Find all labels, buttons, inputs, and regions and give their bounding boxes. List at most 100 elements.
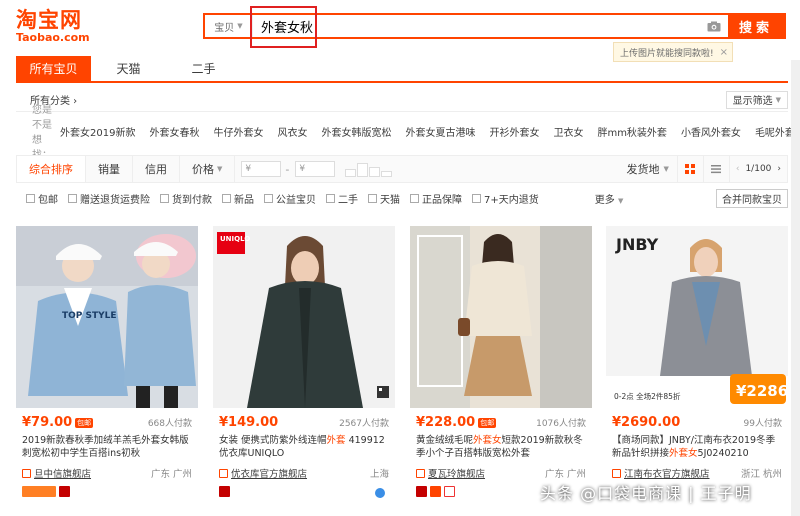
check-label: 天猫 bbox=[380, 194, 400, 206]
title-line: 宽松初中学生百搭ins初秋 bbox=[31, 448, 141, 459]
did-you-mean-label: 您是不是想找： bbox=[32, 105, 52, 161]
tab-tmall[interactable]: 天猫 bbox=[91, 56, 166, 81]
price-max-input[interactable]: ¥ bbox=[295, 161, 336, 177]
price-range-chart-icon[interactable] bbox=[345, 161, 393, 177]
suggest-keyword[interactable]: 外套女春秋 bbox=[149, 124, 199, 139]
price-min-input[interactable]: ¥ bbox=[241, 161, 282, 177]
search-button[interactable]: 搜索 bbox=[728, 15, 784, 37]
product-title[interactable]: 黄金绒绒毛呢外套女短款2019新款秋冬季小个子百搭韩版宽松外套 bbox=[416, 434, 586, 460]
more-filters-button[interactable]: 更多 ▼ bbox=[595, 191, 624, 206]
title-highlight: 外套 bbox=[326, 435, 346, 446]
right-edge-panel bbox=[791, 60, 800, 516]
shop-row: 夏瓦玲旗舰店 广东 广州 bbox=[416, 466, 586, 480]
checkbox bbox=[326, 193, 335, 203]
check-tmall[interactable]: 天猫 bbox=[368, 191, 400, 206]
suggest-keyword[interactable]: 牛仔外套女 bbox=[213, 124, 263, 139]
check-new[interactable]: 新品 bbox=[222, 191, 254, 206]
location: 广东 广州 bbox=[544, 469, 586, 480]
camera-icon[interactable] bbox=[700, 15, 728, 37]
shop-link[interactable]: 优衣库官方旗舰店 bbox=[231, 466, 307, 480]
sales-count: 2567人付款 bbox=[339, 419, 389, 429]
next-page-icon[interactable]: › bbox=[777, 164, 781, 174]
product-image[interactable] bbox=[410, 226, 592, 408]
product-image[interactable]: UNIQLO bbox=[213, 226, 395, 408]
suggest-keyword[interactable]: 风衣女 bbox=[277, 124, 307, 139]
checkbox bbox=[264, 193, 273, 203]
prev-page-icon[interactable]: ‹ bbox=[736, 164, 740, 174]
merge-same-items-button[interactable]: 合并同款宝贝 bbox=[716, 188, 788, 208]
service-badges bbox=[22, 486, 70, 497]
shop-link[interactable]: 旦中信旗舰店 bbox=[34, 466, 91, 480]
product-card[interactable]: UNIQLO ¥149.00 2567人付款 女装 便携式防紫外线连帽外套 41… bbox=[213, 226, 395, 516]
chevron-down-icon: ▼ bbox=[775, 95, 781, 104]
tmall-badge[interactable] bbox=[219, 486, 230, 497]
suggest-keyword[interactable]: 小香风外套女 bbox=[681, 124, 741, 139]
promo-price: ¥2286 bbox=[736, 382, 788, 400]
promo-badge[interactable] bbox=[22, 486, 56, 497]
product-image[interactable]: TOP STYLE bbox=[16, 226, 198, 408]
product-price: ¥228.00 bbox=[416, 415, 476, 430]
free-shipping-badge: 包邮 bbox=[478, 417, 497, 428]
wangwang-icon[interactable] bbox=[375, 488, 385, 498]
search-category-select[interactable]: 宝贝 ▼ bbox=[205, 15, 253, 37]
ship-from-select[interactable]: 发货地 ▼ bbox=[618, 161, 676, 177]
check-genuine[interactable]: 正品保障 bbox=[410, 191, 462, 206]
did-you-mean-row: 您是不是想找： 外套女2019新款 外套女春秋 牛仔外套女 风衣女 外套女韩版宽… bbox=[16, 105, 800, 161]
shop-link[interactable]: 江南布衣官方旗舰店 bbox=[624, 466, 710, 480]
check-free-shipping[interactable]: 包邮 bbox=[26, 191, 58, 206]
tmall-badge[interactable] bbox=[59, 486, 70, 497]
location: 广东 广州 bbox=[150, 469, 192, 480]
grid-view-icon[interactable] bbox=[676, 156, 703, 182]
price-dash: - bbox=[285, 162, 290, 176]
list-view-icon[interactable] bbox=[702, 156, 729, 182]
show-filter-button[interactable]: 显示筛选 ▼ bbox=[725, 90, 788, 109]
new-badge[interactable] bbox=[430, 486, 441, 497]
sales-count: 1076人付款 bbox=[536, 419, 586, 429]
suggest-keyword[interactable]: 卫衣女 bbox=[553, 124, 583, 139]
search-input[interactable]: 外套女秋 bbox=[253, 15, 700, 37]
sort-price-label: 价格 bbox=[192, 163, 214, 176]
shop-row: 优衣库官方旗舰店 上海 bbox=[219, 466, 389, 480]
sales-count: 668人付款 bbox=[147, 419, 192, 429]
suggest-keyword[interactable]: 外套女韩版宽松 bbox=[321, 124, 391, 139]
check-charity[interactable]: 公益宝贝 bbox=[264, 191, 316, 206]
check-label: 新品 bbox=[234, 194, 254, 206]
check-label: 货到付款 bbox=[172, 194, 212, 206]
check-cod[interactable]: 货到付款 bbox=[160, 191, 212, 206]
product-card[interactable]: ¥228.00 包邮 1076人付款 黄金绒绒毛呢外套女短款2019新款秋冬季小… bbox=[410, 226, 592, 516]
sort-sales[interactable]: 销量 bbox=[86, 156, 133, 182]
sort-price[interactable]: 价格 ▼ bbox=[180, 156, 236, 182]
product-title[interactable]: 【商场同款】JNBY/江南布衣2019冬季新品针织拼接外套女5J0240210 bbox=[612, 434, 782, 460]
sort-default[interactable]: 综合排序 bbox=[17, 156, 86, 182]
tab-all-items[interactable]: 所有宝贝 bbox=[16, 56, 91, 81]
brand-text: UNIQLO bbox=[220, 235, 250, 243]
tab-secondhand[interactable]: 二手 bbox=[166, 56, 241, 81]
product-card[interactable]: TOP STYLE ¥79.00 包邮 668人付款 2019新款春秋季加绒羊羔… bbox=[16, 226, 198, 516]
sort-bar: 综合排序 销量 信用 价格 ▼ ¥ - ¥ 发货地 ▼ ‹ 1/100 › bbox=[16, 155, 788, 183]
product-card[interactable]: JNBY 0-2点 全场2件85折 ¥2286 ¥2690.00 99人付款 【… bbox=[606, 226, 788, 516]
tmall-badge[interactable] bbox=[416, 486, 427, 497]
check-label: 7+天内退货 bbox=[484, 194, 539, 206]
ship-from-label: 发货地 bbox=[626, 163, 660, 176]
title-text: 女装 便携式防紫外线连帽 bbox=[219, 435, 327, 446]
shop-icon bbox=[612, 468, 621, 478]
suggest-keyword[interactable]: 外套女夏古港味 bbox=[405, 124, 475, 139]
check-7day-return[interactable]: 7+天内退货 bbox=[472, 191, 539, 206]
shop-icon bbox=[22, 468, 31, 478]
service-badges bbox=[219, 486, 230, 497]
product-title[interactable]: 女装 便携式防紫外线连帽外套 419912 优衣库UNIQLO bbox=[219, 434, 389, 460]
shop-link[interactable]: 夏瓦玲旗舰店 bbox=[428, 466, 485, 480]
suggest-keyword[interactable]: 开衫外套女 bbox=[489, 124, 539, 139]
gift-icon[interactable] bbox=[444, 486, 455, 497]
taobao-logo[interactable]: 淘宝网 Taobao.com bbox=[16, 8, 96, 44]
check-label: 正品保障 bbox=[422, 194, 462, 206]
suggest-keyword[interactable]: 外套女2019新款 bbox=[60, 124, 135, 139]
sort-credit[interactable]: 信用 bbox=[133, 156, 180, 182]
product-image[interactable]: JNBY 0-2点 全场2件85折 ¥2286 bbox=[606, 226, 788, 408]
suggest-keyword[interactable]: 胖mm秋装外套 bbox=[597, 124, 666, 139]
check-return-insurance[interactable]: 赠送退货运费险 bbox=[68, 191, 150, 206]
check-secondhand[interactable]: 二手 bbox=[326, 191, 358, 206]
free-shipping-badge: 包邮 bbox=[75, 417, 94, 428]
product-title[interactable]: 2019新款春秋季加绒羊羔毛外套女韩版刺宽松初中学生百搭ins初秋 bbox=[22, 434, 192, 460]
location: 浙江 杭州 bbox=[740, 469, 782, 480]
